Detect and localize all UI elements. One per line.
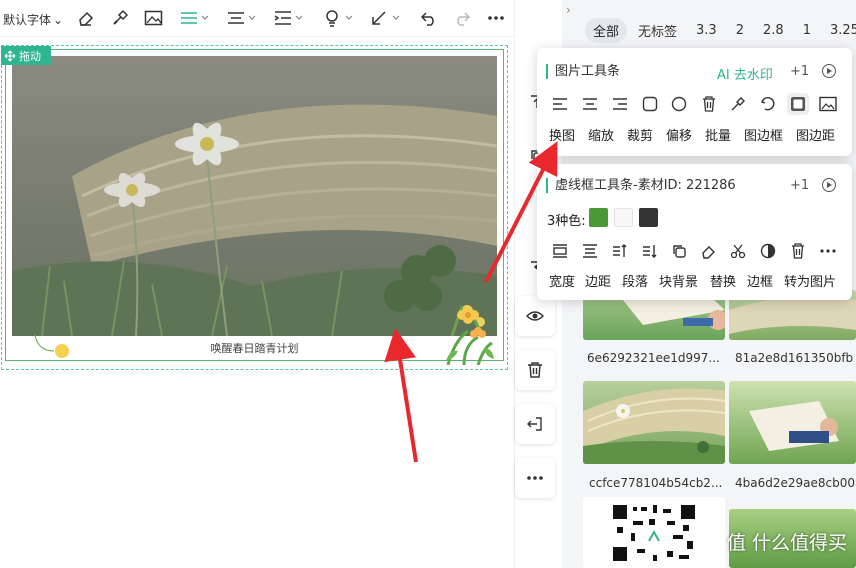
color-swatch-white[interactable]	[614, 208, 633, 227]
ai-remove-watermark-button[interactable]: AI 去水印	[717, 64, 773, 83]
material-id-label: ccfce778104b54cb2...	[589, 476, 723, 490]
contrast-icon[interactable]	[757, 240, 779, 262]
drag-label: 拖动	[19, 49, 41, 63]
font-select[interactable]: 默认字体 ⌄	[3, 11, 63, 28]
margin-icon[interactable]	[579, 240, 601, 262]
move-icon	[4, 50, 16, 61]
convert-to-image-label[interactable]: 转为图片	[784, 271, 836, 290]
undo-icon[interactable]	[420, 8, 438, 28]
align-left-icon[interactable]	[549, 93, 571, 115]
chevron-right-icon[interactable]: ›	[566, 3, 571, 17]
site-watermark: 值 什么值得买	[727, 532, 848, 554]
flower-sticker	[446, 306, 494, 365]
material-id-label: 4ba6d2e29ae8cb00	[735, 476, 855, 490]
tag-1[interactable]: 1	[795, 20, 819, 41]
tag-filter-bar: 全部 无标签 3.3 2 2.8 1 3.25	[585, 17, 856, 43]
frame-toolbar-title: 虚线框工具条-素材ID: 221286	[546, 178, 736, 193]
more-icon[interactable]	[515, 458, 555, 498]
trash-icon[interactable]	[515, 350, 555, 390]
reset-icon[interactable]	[757, 93, 779, 115]
tag-2[interactable]: 2	[728, 20, 752, 41]
offset-label[interactable]: 偏移	[666, 125, 692, 144]
image-toolbar-title: 图片工具条	[546, 64, 620, 79]
spring-book-photo[interactable]	[12, 56, 497, 336]
block-background-icon[interactable]	[639, 240, 661, 262]
bulb-icon[interactable]	[323, 8, 355, 28]
arrow-icon[interactable]	[370, 8, 402, 28]
tag-3-3[interactable]: 3.3	[688, 20, 725, 41]
redo-icon[interactable]	[453, 8, 471, 28]
play-icon[interactable]	[822, 64, 836, 78]
color-swatch-green[interactable]	[589, 208, 608, 227]
image-padding-icon[interactable]	[817, 93, 839, 115]
drag-handle[interactable]: 拖动	[1, 46, 51, 65]
paragraph-label[interactable]: 段落	[622, 271, 648, 290]
paragraph-icon[interactable]	[609, 240, 631, 262]
border-label[interactable]: 边框	[747, 271, 773, 290]
plus-one-count[interactable]: +1	[790, 64, 809, 79]
align-right-icon[interactable]	[609, 93, 631, 115]
replace-image-label[interactable]: 换图	[549, 125, 575, 144]
trash-icon[interactable]	[787, 240, 809, 262]
trash-icon[interactable]	[698, 93, 720, 115]
font-select-label: 默认字体	[3, 13, 52, 27]
colors-label: 3种色:	[547, 214, 586, 229]
crop-label[interactable]: 裁剪	[627, 125, 653, 144]
exit-icon[interactable]	[515, 404, 555, 444]
width-label[interactable]: 宽度	[549, 271, 575, 290]
align-center-icon[interactable]	[579, 93, 601, 115]
scale-label[interactable]: 缩放	[588, 125, 614, 144]
batch-label[interactable]: 批量	[705, 125, 731, 144]
brush-icon[interactable]	[111, 8, 129, 28]
rounded-square-icon[interactable]	[639, 93, 661, 115]
scissors-icon[interactable]	[727, 240, 749, 262]
indent-icon[interactable]	[273, 8, 305, 28]
block-background-label[interactable]: 块背景	[659, 271, 698, 290]
replace-label[interactable]: 替换	[710, 271, 736, 290]
more-icon[interactable]	[487, 8, 505, 28]
color-swatch-dark[interactable]	[639, 208, 658, 227]
material-thumb[interactable]	[583, 381, 725, 464]
copy-icon[interactable]	[668, 240, 690, 262]
width-icon[interactable]	[549, 240, 571, 262]
line-spacing-icon[interactable]	[226, 8, 258, 28]
image-icon[interactable]	[144, 8, 163, 28]
editor-canvas[interactable]: 拖动 唤醒春日踏青计划	[0, 37, 514, 568]
format-toolbar: 默认字体 ⌄	[0, 0, 514, 37]
frame-toolbar-popup: 虚线框工具条-素材ID: 221286 +1 3种色: 宽度 边距 段落 块背景…	[537, 164, 852, 300]
material-id-label: 6e6292321ee1d997...	[587, 351, 720, 365]
eraser-icon[interactable]	[698, 240, 720, 262]
tag-2-8[interactable]: 2.8	[755, 20, 792, 41]
material-id-label: 81a2e8d161350bfb	[735, 351, 854, 365]
circle-icon[interactable]	[668, 93, 690, 115]
play-icon[interactable]	[822, 178, 836, 192]
align-icon[interactable]	[179, 8, 211, 28]
margin-label[interactable]: 边距	[585, 271, 611, 290]
editor-root: 默认字体 ⌄ 拖动 唤醒春日踏青计划 › 全部 无标签 3.3 2 2.8 1 …	[0, 0, 856, 568]
tag-all[interactable]: 全部	[585, 17, 628, 43]
more-icon[interactable]	[817, 240, 839, 262]
image-border-icon[interactable]	[787, 93, 809, 115]
tag-3-25[interactable]: 3.25	[822, 20, 856, 41]
qr-code-thumb[interactable]	[583, 497, 725, 568]
chevron-down-icon: ⌄	[53, 13, 64, 27]
eye-icon[interactable]	[515, 296, 555, 336]
eyedropper-icon[interactable]	[727, 93, 749, 115]
eraser-icon[interactable]	[77, 8, 95, 28]
tag-untagged[interactable]: 无标签	[630, 18, 685, 43]
vine-decoration	[34, 334, 69, 358]
image-border-label[interactable]: 图边框	[744, 125, 783, 144]
material-thumb[interactable]	[729, 381, 856, 464]
image-padding-label[interactable]: 图边距	[796, 125, 835, 144]
plus-one-count[interactable]: +1	[790, 178, 809, 193]
image-toolbar-popup: 图片工具条 AI 去水印 +1 换图 缩放 裁剪 偏移 批量 图边框 图边距	[537, 48, 852, 156]
